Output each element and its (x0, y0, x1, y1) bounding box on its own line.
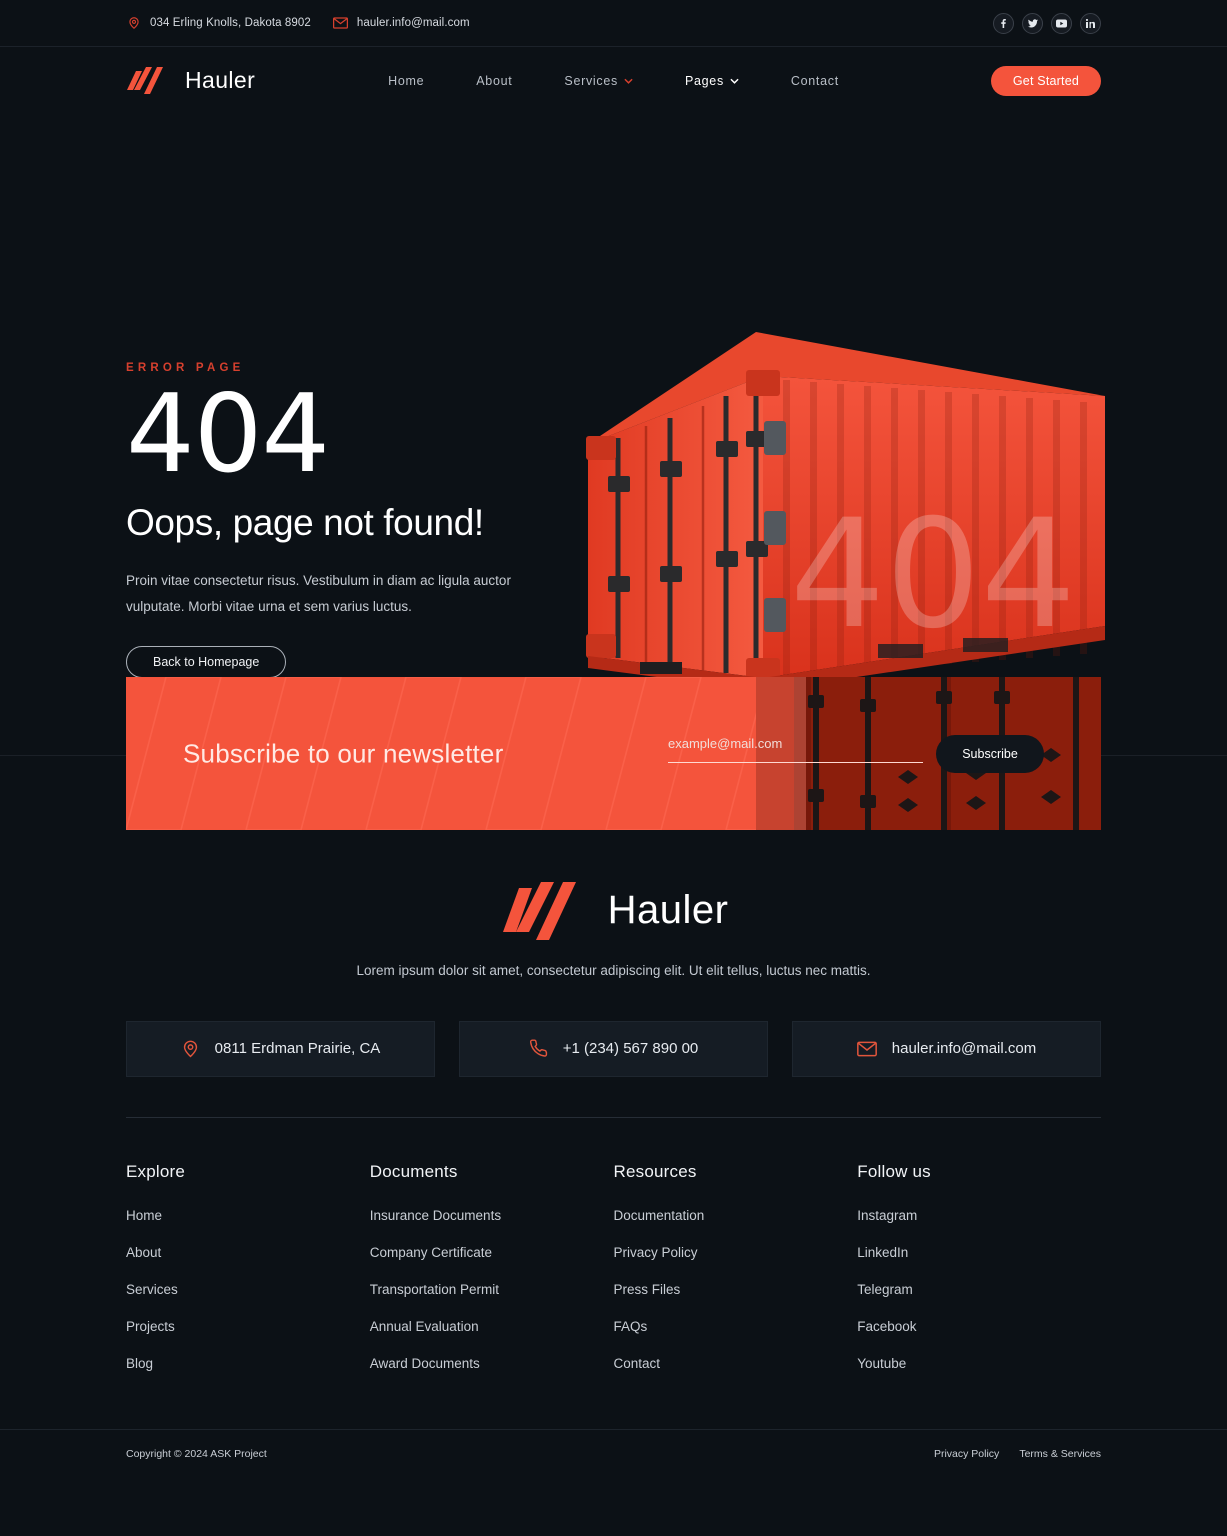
footer-link[interactable]: Instagram (857, 1208, 1101, 1223)
nav-item-about[interactable]: About (450, 74, 538, 88)
location-pin-icon (126, 16, 141, 31)
topbar-email[interactable]: hauler.info@mail.com (332, 16, 470, 31)
footer-column-resources: Resources Documentation Privacy Policy P… (614, 1162, 858, 1393)
copyright-text: Copyright © 2024 ASK Project (126, 1447, 267, 1460)
top-bar: 034 Erling Knolls, Dakota 8902 hauler.in… (0, 0, 1227, 47)
get-started-button[interactable]: Get Started (990, 65, 1101, 96)
footer-link[interactable]: Annual Evaluation (370, 1319, 614, 1334)
nav-item-about-label: About (476, 73, 513, 88)
footer-link[interactable]: Youtube (857, 1356, 1101, 1371)
footer-link[interactable]: Award Documents (370, 1356, 614, 1371)
linkedin-icon[interactable] (1080, 12, 1101, 34)
footer-link[interactable]: Contact (614, 1356, 858, 1371)
footer-column-title: Resources (613, 1161, 697, 1181)
chevron-down-icon (624, 78, 633, 84)
footer-column-title: Documents (369, 1161, 458, 1181)
footer-column-title: Follow us (857, 1161, 931, 1181)
footer-column-follow-us: Follow us Instagram LinkedIn Telegram Fa… (857, 1162, 1101, 1393)
envelope-icon (332, 16, 348, 31)
facebook-icon[interactable] (993, 12, 1014, 34)
shipping-container-image: 404 (586, 332, 1105, 691)
phone-icon (529, 1039, 548, 1058)
twitter-icon[interactable] (1022, 12, 1043, 34)
contact-card-email[interactable]: hauler.info@mail.com (792, 1020, 1101, 1077)
footer: Hauler Lorem ipsum dolor sit amet, conse… (0, 880, 1227, 1460)
topbar-address-text: 034 Erling Knolls, Dakota 8902 (150, 17, 311, 29)
footer-link[interactable]: Documentation (614, 1208, 858, 1223)
hero-section: 404 ERROR PAGE 404 Oops, page not found!… (0, 114, 1227, 691)
contact-card-address-text: 0811 Erdman Prairie, CA (214, 1040, 381, 1058)
footer-link[interactable]: Telegram (857, 1282, 1101, 1297)
chevron-down-icon (730, 78, 739, 84)
contact-card-phone-text: +1 (234) 567 890 00 (562, 1040, 699, 1058)
nav-item-services-label: Services (564, 73, 618, 88)
hero-title: Oops, page not found! (126, 501, 484, 543)
subscribe-button[interactable]: Subscribe (936, 735, 1044, 773)
footer-logo[interactable]: Hauler (0, 880, 1227, 940)
nav-item-home-label: Home (388, 73, 425, 88)
copyright-bar: Copyright © 2024 ASK Project Privacy Pol… (0, 1428, 1227, 1460)
brand-name: Hauler (185, 67, 256, 93)
hero-paragraph: Proin vitae consectetur risus. Vestibulu… (126, 572, 511, 615)
footer-link[interactable]: LinkedIn (857, 1245, 1101, 1260)
footer-link[interactable]: Facebook (857, 1319, 1101, 1334)
nav-item-pages-label: Pages (684, 73, 724, 88)
footer-link[interactable]: Home (126, 1208, 370, 1223)
nav-item-contact-label: Contact (790, 73, 839, 88)
hero-copy: ERROR PAGE 404 Oops, page not found! Pro… (126, 362, 646, 679)
footer-tagline: Lorem ipsum dolor sit amet, consectetur … (356, 963, 871, 978)
page-root: 034 Erling Knolls, Dakota 8902 hauler.in… (0, 0, 1227, 1536)
nav-item-pages[interactable]: Pages (659, 74, 765, 88)
footer-contact-cards: 0811 Erdman Prairie, CA +1 (234) 567 890… (0, 1020, 1227, 1077)
footer-link[interactable]: Press Files (614, 1282, 858, 1297)
privacy-policy-link[interactable]: Privacy Policy (934, 1448, 999, 1460)
main-nav: Hauler Home About Services Pages Contact… (0, 47, 1227, 114)
location-pin-icon (181, 1039, 200, 1058)
footer-column-title: Explore (126, 1161, 186, 1181)
footer-link[interactable]: About (126, 1245, 370, 1260)
nav-item-services[interactable]: Services (538, 74, 659, 88)
back-to-homepage-button[interactable]: Back to Homepage (126, 646, 287, 679)
hauler-logo-icon (127, 67, 163, 94)
terms-services-link[interactable]: Terms & Services (1019, 1448, 1101, 1460)
envelope-icon (856, 1041, 877, 1057)
newsletter-title: Subscribe to our newsletter (183, 738, 504, 768)
footer-column-explore: Explore Home About Services Projects Blo… (126, 1162, 370, 1393)
footer-column-documents: Documents Insurance Documents Company Ce… (370, 1162, 614, 1393)
footer-link[interactable]: Privacy Policy (614, 1245, 858, 1260)
topbar-address[interactable]: 034 Erling Knolls, Dakota 8902 (126, 16, 311, 31)
topbar-contact-group: 034 Erling Knolls, Dakota 8902 hauler.in… (126, 16, 470, 31)
contact-card-address[interactable]: 0811 Erdman Prairie, CA (126, 1020, 435, 1077)
footer-link[interactable]: Transportation Permit (370, 1282, 614, 1297)
brand-logo[interactable]: Hauler (126, 67, 255, 94)
footer-brand-name: Hauler (607, 887, 729, 932)
legal-links: Privacy Policy Terms & Services (934, 1448, 1101, 1460)
footer-link-columns: Explore Home About Services Projects Blo… (0, 1118, 1227, 1393)
footer-link[interactable]: Projects (126, 1319, 370, 1334)
topbar-email-text: hauler.info@mail.com (356, 17, 470, 29)
newsletter-email-input[interactable] (668, 736, 923, 763)
nav-item-contact[interactable]: Contact (765, 74, 865, 88)
hauler-logo-icon (502, 882, 576, 940)
footer-link[interactable]: Company Certificate (370, 1245, 614, 1260)
contact-card-phone[interactable]: +1 (234) 567 890 00 (459, 1020, 768, 1077)
newsletter-input-wrap (668, 735, 923, 763)
footer-link[interactable]: Services (126, 1282, 370, 1297)
svg-text:404: 404 (790, 488, 1076, 662)
contact-card-email-text: hauler.info@mail.com (891, 1040, 1037, 1058)
hero-error-code: 404 (126, 372, 330, 497)
nav-item-home[interactable]: Home (362, 74, 450, 88)
social-links (993, 12, 1101, 34)
newsletter-banner: Subscribe to our newsletter Subscribe (126, 677, 1101, 830)
footer-link[interactable]: Insurance Documents (370, 1208, 614, 1223)
footer-link[interactable]: FAQs (614, 1319, 858, 1334)
youtube-icon[interactable] (1051, 12, 1072, 34)
footer-link[interactable]: Blog (126, 1356, 370, 1371)
